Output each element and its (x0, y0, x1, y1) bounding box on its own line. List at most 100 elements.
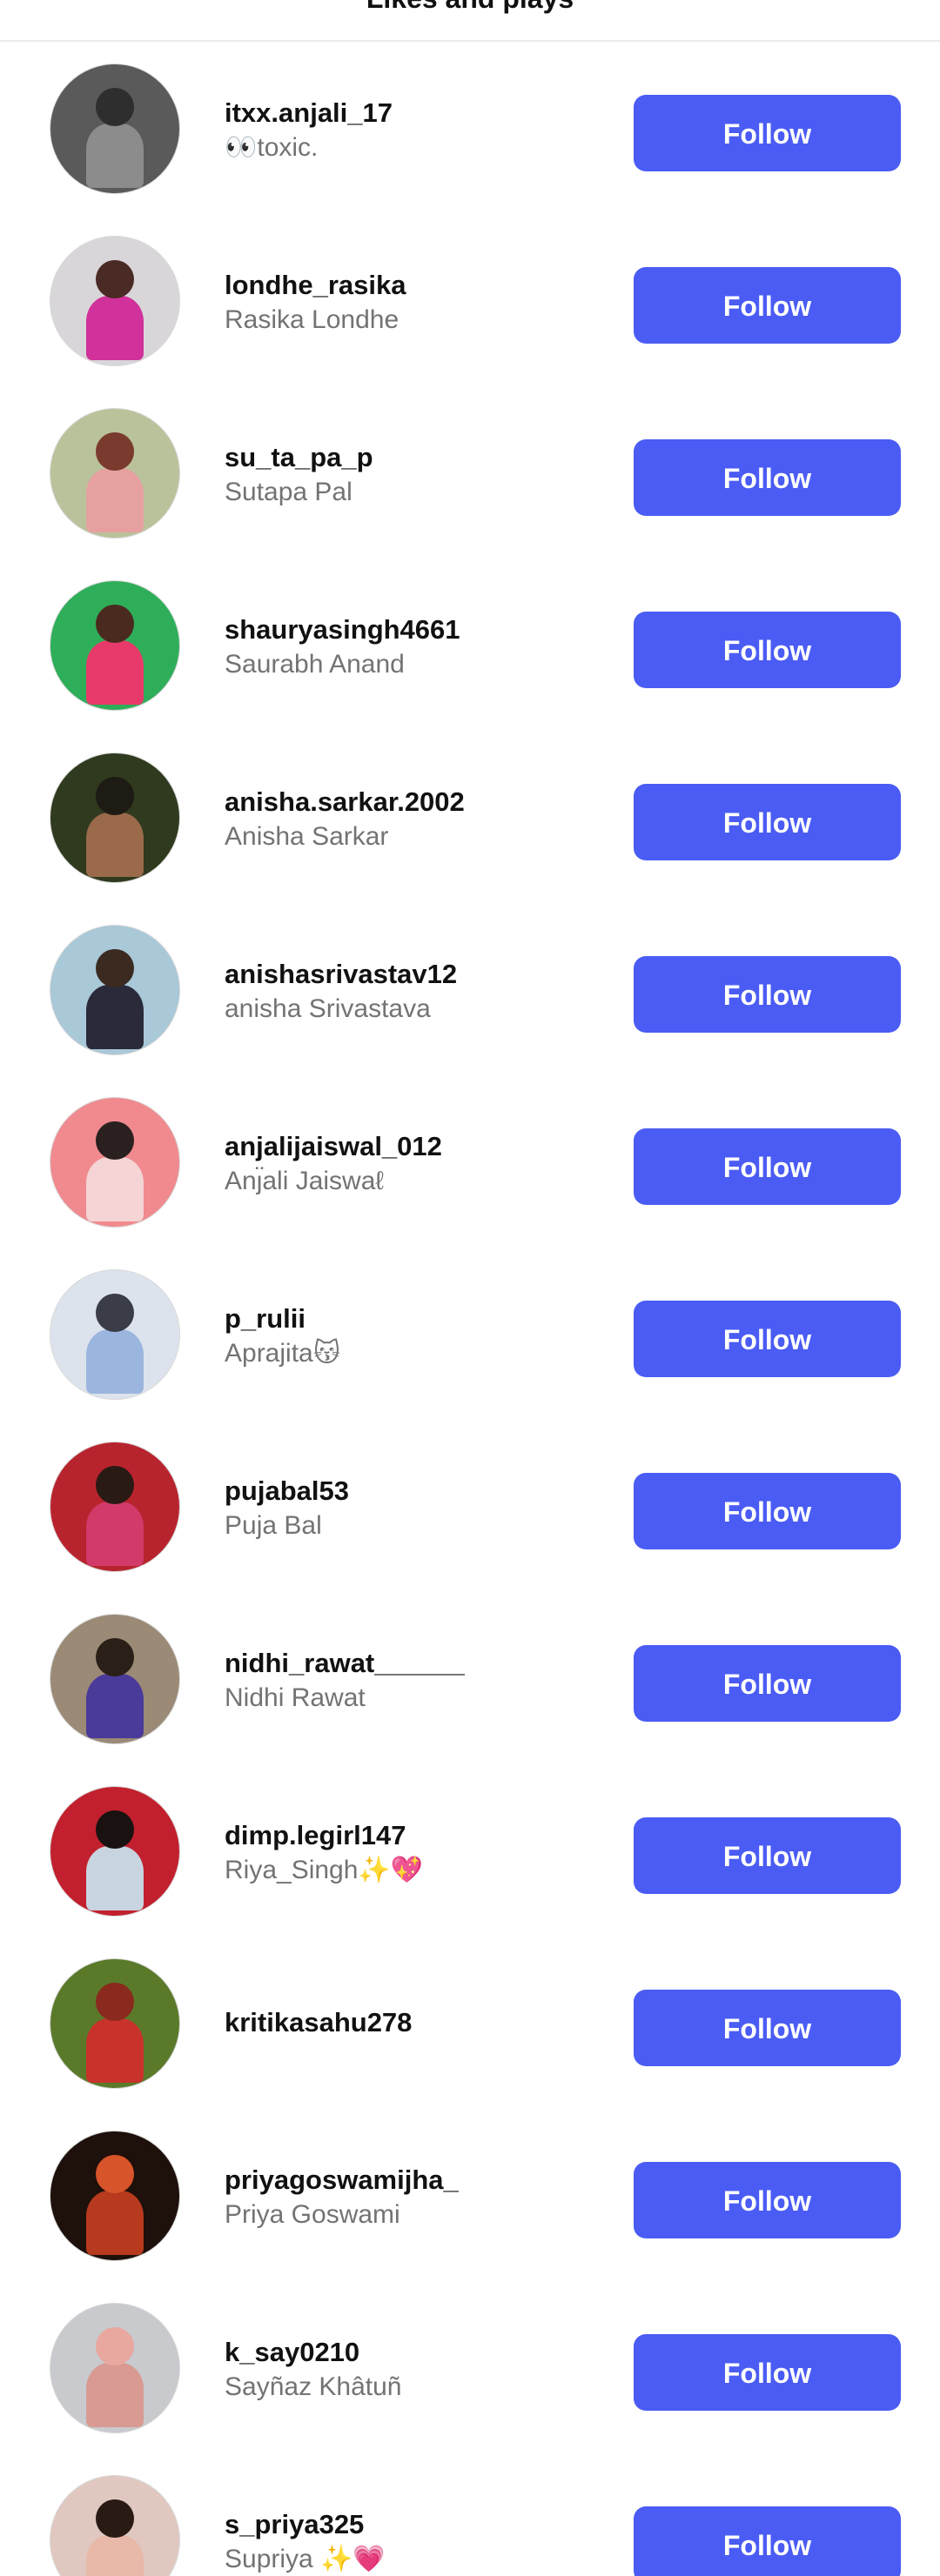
avatar[interactable] (50, 64, 180, 194)
avatar[interactable] (50, 408, 180, 539)
full-name: Nidhi Rawat (225, 1683, 366, 1712)
username[interactable]: pujabal53 (225, 1475, 349, 1507)
username[interactable]: kritikasahu278 (225, 2007, 412, 2038)
list-item[interactable]: s_priya325 Supriya ✨💗 Follow (0, 2453, 940, 2576)
list-item[interactable]: anisha.sarkar.2002 Anisha Sarkar Follow (0, 731, 940, 903)
avatar-figure-head (95, 948, 135, 988)
user-text-block[interactable]: anisha.sarkar.2002 Anisha Sarkar (225, 731, 608, 903)
avatar[interactable] (50, 1786, 180, 1917)
user-text-block[interactable]: pujabal53 Puja Bal (225, 1420, 608, 1592)
user-text-block[interactable]: priyagoswamijha_ Priya Goswami (225, 2109, 608, 2281)
username[interactable]: anjalijaiswal_012 (225, 1131, 442, 1162)
follow-button[interactable]: Follow (634, 1645, 901, 1722)
follow-button[interactable]: Follow (634, 784, 901, 860)
avatar-figure-head (95, 1293, 135, 1333)
user-text-block[interactable]: shauryasingh4661 Saurabh Anand (225, 559, 608, 731)
list-item[interactable]: priyagoswamijha_ Priya Goswami Follow (0, 2109, 940, 2281)
avatar-figure-head (95, 1637, 135, 1677)
username[interactable]: dimp.legirl147 (225, 1820, 406, 1851)
avatar-figure-body (86, 640, 144, 706)
follow-button[interactable]: Follow (634, 1817, 901, 1894)
avatar-figure-head (95, 2499, 135, 2539)
avatar[interactable] (50, 1958, 180, 2089)
header-bar: Likes and plays (0, 0, 940, 42)
follow-button[interactable]: Follow (634, 1301, 901, 1377)
avatar[interactable] (50, 2475, 180, 2576)
likes-and-plays-screen: Likes and plays itxx.anjali_17 👀toxic. Fol… (0, 0, 940, 2576)
follow-button[interactable]: Follow (634, 956, 901, 1033)
avatar[interactable] (50, 236, 180, 366)
follow-button[interactable]: Follow (634, 95, 901, 171)
full-name: Puja Bal (225, 1511, 322, 1540)
avatar[interactable] (50, 1097, 180, 1228)
username[interactable]: k_say0210 (225, 2337, 359, 2368)
follow-button[interactable]: Follow (634, 1473, 901, 1549)
full-name: Supriya ✨💗 (225, 2545, 386, 2573)
user-text-block[interactable]: p_rulii Aprajita😽 (225, 1248, 608, 1420)
list-item[interactable]: shauryasingh4661 Saurabh Anand Follow (0, 559, 940, 731)
username[interactable]: priyagoswamijha_ (225, 2165, 459, 2196)
full-name: anisha Srivastava (225, 994, 431, 1023)
list-item[interactable]: nidhi_rawat______ Nidhi Rawat Follow (0, 1592, 940, 1764)
user-text-block[interactable]: itxx.anjali_17 👀toxic. (225, 42, 608, 214)
follow-button[interactable]: Follow (634, 439, 901, 516)
avatar-figure-body (86, 296, 144, 361)
follow-button[interactable]: Follow (634, 2334, 901, 2411)
username[interactable]: anishasrivastav12 (225, 959, 457, 990)
follow-button[interactable]: Follow (634, 267, 901, 344)
avatar[interactable] (50, 580, 180, 711)
avatar-figure-body (86, 985, 144, 1050)
full-name: Priya Goswami (225, 2200, 400, 2229)
user-text-block[interactable]: nidhi_rawat______ Nidhi Rawat (225, 1592, 608, 1764)
avatar[interactable] (50, 2303, 180, 2433)
list-item[interactable]: kritikasahu278 Follow (0, 1937, 940, 2109)
avatar[interactable] (50, 1269, 180, 1400)
avatar-figure-head (95, 259, 135, 299)
avatar[interactable] (50, 2131, 180, 2261)
avatar-figure-head (95, 604, 135, 644)
list-item[interactable]: pujabal53 Puja Bal Follow (0, 1420, 940, 1592)
list-item[interactable]: k_say0210 Sayñaz Khâtuñ Follow (0, 2281, 940, 2453)
username[interactable]: itxx.anjali_17 (225, 97, 393, 129)
avatar[interactable] (50, 753, 180, 883)
full-name: Rasika Londhe (225, 305, 400, 334)
follow-button[interactable]: Follow (634, 1990, 901, 2066)
avatar-figure-body (86, 2363, 144, 2428)
list-item[interactable]: dimp.legirl147 Riya_Singh✨💖 Follow (0, 1764, 940, 1937)
user-text-block[interactable]: anjalijaiswal_012 Anȷ̈ali Jaiswaℓ (225, 1075, 608, 1248)
avatar[interactable] (50, 1442, 180, 1572)
follow-button[interactable]: Follow (634, 612, 901, 688)
list-item[interactable]: su_ta_pa_p Sutapa Pal Follow (0, 386, 940, 559)
user-text-block[interactable]: anishasrivastav12 anisha Srivastava (225, 903, 608, 1075)
follow-button[interactable]: Follow (634, 1128, 901, 1205)
full-name: Saurabh Anand (225, 650, 405, 679)
username[interactable]: londhe_rasika (225, 270, 406, 301)
username[interactable]: su_ta_pa_p (225, 442, 373, 473)
user-text-block[interactable]: dimp.legirl147 Riya_Singh✨💖 (225, 1764, 608, 1937)
avatar-figure-head (95, 87, 135, 127)
list-item[interactable]: anishasrivastav12 anisha Srivastava Follow (0, 903, 940, 1075)
avatar[interactable] (50, 925, 180, 1055)
user-text-block[interactable]: k_say0210 Sayñaz Khâtuñ (225, 2281, 608, 2453)
user-text-block[interactable]: s_priya325 Supriya ✨💗 (225, 2453, 608, 2576)
username[interactable]: s_priya325 (225, 2509, 364, 2540)
list-item[interactable]: itxx.anjali_17 👀toxic. Follow (0, 42, 940, 214)
user-text-block[interactable]: londhe_rasika Rasika Londhe (225, 214, 608, 386)
full-name: Sayñaz Khâtuñ (225, 2372, 402, 2401)
list-item[interactable]: anjalijaiswal_012 Anȷ̈ali Jaiswaℓ Follow (0, 1075, 940, 1248)
username[interactable]: anisha.sarkar.2002 (225, 786, 465, 818)
avatar-figure-head (95, 432, 135, 472)
username[interactable]: shauryasingh4661 (225, 614, 460, 646)
list-item[interactable]: londhe_rasika Rasika Londhe Follow (0, 214, 940, 386)
list-item[interactable]: p_rulii Aprajita😽 Follow (0, 1248, 940, 1420)
follow-button[interactable]: Follow (634, 2162, 901, 2238)
username[interactable]: p_rulii (225, 1303, 306, 1335)
follow-button[interactable]: Follow (634, 2506, 901, 2576)
avatar-figure-head (95, 1121, 135, 1161)
user-text-block[interactable]: su_ta_pa_p Sutapa Pal (225, 386, 608, 559)
avatar[interactable] (50, 1614, 180, 1744)
full-name: Riya_Singh✨💖 (225, 1856, 424, 1884)
user-text-block[interactable]: kritikasahu278 (225, 1937, 608, 2109)
username[interactable]: nidhi_rawat______ (225, 1648, 465, 1679)
avatar-figure-head (95, 2326, 135, 2366)
